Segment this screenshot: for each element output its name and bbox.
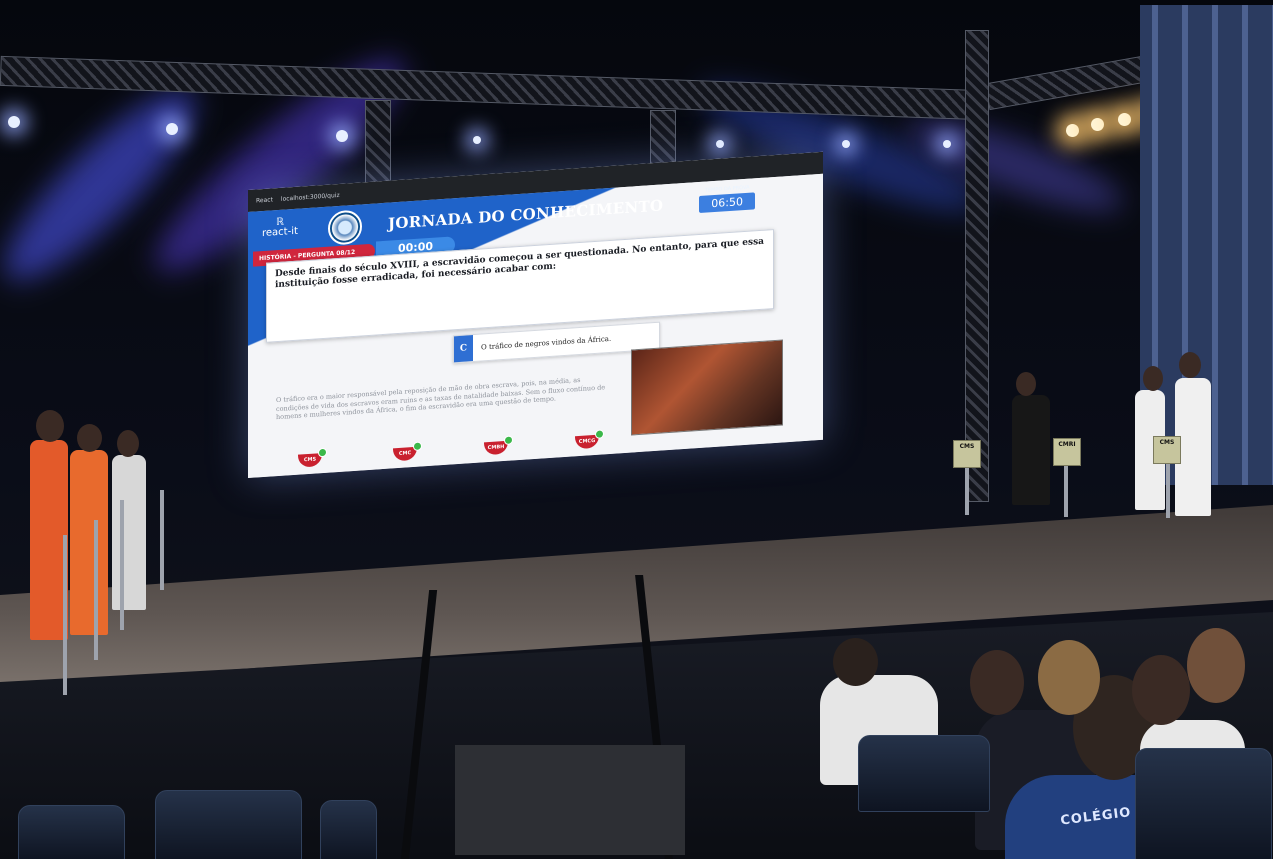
- quiz-app: ℝreact-it JORNADA DO CONHECIMENTO TEMPO …: [248, 173, 823, 479]
- answer-text: O tráfico de negros vindos da África.: [481, 334, 612, 352]
- audience-head: [1038, 640, 1100, 715]
- stage-spotlight: [336, 130, 348, 142]
- projection-screen: React localhost:3000/quiz ℝreact-it JORN…: [248, 151, 823, 479]
- warm-stage-light: [1066, 124, 1079, 137]
- audience-head: [970, 650, 1024, 715]
- react-it-logo: ℝreact-it: [262, 216, 298, 240]
- student-head: [1143, 366, 1163, 391]
- student-orange-shirt: [70, 450, 108, 635]
- stage-spotlight: [473, 136, 481, 144]
- podium-sign-cms-right: CMS: [1153, 436, 1181, 464]
- vertical-truss: [965, 30, 989, 502]
- url-bar[interactable]: localhost:3000/quiz: [281, 191, 340, 202]
- audience-head: [1187, 628, 1245, 703]
- stage-spotlight: [166, 123, 178, 135]
- auditorium-scene: React localhost:3000/quiz ℝreact-it JORN…: [0, 0, 1273, 859]
- audience-head: [1132, 655, 1190, 725]
- theater-seat: [18, 805, 125, 859]
- presenter-head: [1016, 372, 1036, 396]
- browser-tab[interactable]: React: [256, 196, 273, 204]
- student-head: [1179, 352, 1201, 378]
- stage-spotlight: [842, 140, 850, 148]
- podium-pole: [1166, 460, 1170, 518]
- student-head: [36, 410, 64, 442]
- theater-seat: [155, 790, 302, 859]
- team-badge-cmc: CMC: [393, 446, 417, 462]
- school-seal-icon: [328, 209, 362, 246]
- explanation-text: O tráfico era o maior responsável pela r…: [276, 375, 606, 422]
- warm-stage-light: [1091, 118, 1104, 131]
- theater-seat: [320, 800, 377, 859]
- stair-step: [455, 745, 685, 855]
- student-head: [117, 430, 139, 457]
- stage-spotlight: [8, 116, 20, 128]
- team-badge-cmbh: CMBH: [484, 440, 508, 456]
- team-badge-cmcg: CMCG: [575, 434, 599, 450]
- answer-letter: C: [454, 335, 473, 363]
- left-podium-pole: [160, 490, 164, 590]
- presenter-black-shirt: [1012, 395, 1050, 505]
- total-timer: TEMPO DA PROVA 06:50: [699, 184, 755, 214]
- theater-seat: [1135, 748, 1272, 859]
- student-white-shirt: [112, 455, 146, 610]
- stage-spotlight: [943, 140, 951, 148]
- podium-sign-cms-left: CMS: [953, 440, 981, 468]
- student-head: [77, 424, 102, 452]
- truss-drop: [365, 100, 391, 187]
- theater-seat: [858, 735, 990, 812]
- podium-pole: [965, 465, 969, 515]
- timer-value: 06:50: [699, 192, 755, 214]
- stage-spotlight: [716, 140, 724, 148]
- warm-stage-light: [1118, 113, 1131, 126]
- left-podium-pole: [63, 535, 67, 695]
- team-badge-cms: CMS: [298, 453, 322, 468]
- podium-sign-cmri: CMRI: [1053, 438, 1081, 466]
- app-title: JORNADA DO CONHECIMENTO: [388, 196, 664, 233]
- left-podium-pole: [120, 500, 124, 630]
- historical-painting: [631, 339, 783, 436]
- left-podium-pole: [94, 520, 98, 660]
- podium-pole: [1064, 462, 1068, 517]
- audience-head: [833, 638, 878, 686]
- logo-text: react-it: [262, 225, 298, 240]
